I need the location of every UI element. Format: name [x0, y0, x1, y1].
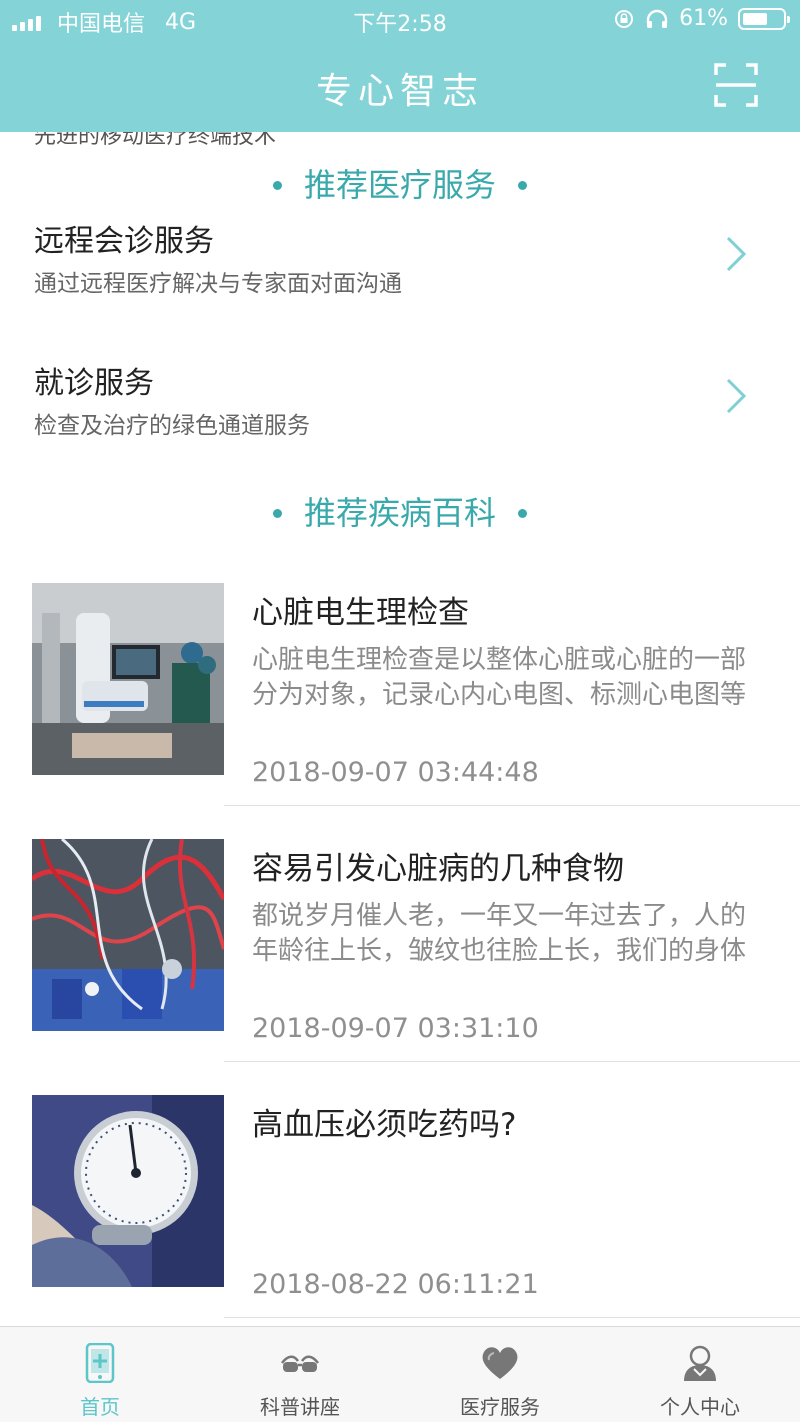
status-bar: 中国电信 4G 下午2:58 61%	[0, 0, 800, 40]
article-item[interactable]: 高血压必须吃药吗? 2018-08-22 06:11:21	[0, 1095, 800, 1326]
home-phone-icon	[85, 1343, 115, 1383]
article-title: 心脏电生理检查	[252, 595, 469, 631]
article-date: 2018-09-07 03:44:48	[252, 757, 539, 788]
article-date: 2018-08-22 06:11:21	[252, 1269, 539, 1300]
app-header: 中国电信 4G 下午2:58 61% 专心智志	[0, 0, 800, 132]
divider	[224, 1317, 800, 1318]
main-content[interactable]: 先进的移动医疗终端技术 推荐医疗服务 远程会诊服务 通过远程医疗解决与专家面对面…	[0, 132, 800, 1326]
rotation-lock-icon	[615, 9, 634, 28]
operating-room-photo	[32, 583, 224, 775]
tab-profile[interactable]: 个人中心	[600, 1327, 800, 1422]
page-title: 专心智志	[315, 71, 484, 112]
services-heading-text: 推荐医疗服务	[303, 166, 496, 204]
article-item[interactable]: 容易引发心脏病的几种食物 都说岁月催人老，一年又一年过去了，人的年龄往上长，皱纹…	[0, 839, 800, 1095]
article-summary: 都说岁月催人老，一年又一年过去了，人的年龄往上长，皱纹也往脸上长，我们的身体	[252, 901, 747, 966]
article-date: 2018-09-07 03:31:10	[252, 1013, 539, 1044]
article-item[interactable]: 心脏电生理检查 心脏电生理检查是以整体心脏或心脏的一部分为对象，记录心内心电图、…	[0, 583, 800, 839]
chevron-right-icon	[726, 236, 747, 272]
tab-label: 医疗服务	[460, 1395, 540, 1419]
article-title: 高血压必须吃药吗?	[252, 1107, 517, 1143]
tab-label: 科普讲座	[260, 1395, 340, 1419]
divider	[224, 1061, 800, 1062]
app-screen: 中国电信 4G 下午2:58 61% 专心智志 先进的移动医疗终端技术 推荐医疗…	[0, 0, 800, 1422]
service-name: 就诊服务	[34, 366, 154, 401]
article-title: 容易引发心脏病的几种食物	[252, 851, 624, 887]
bullet-dot-icon	[272, 508, 282, 518]
chevron-right-icon	[726, 378, 747, 414]
service-item-remote-consult[interactable]: 远程会诊服务 通过远程医疗解决与专家面对面沟通	[0, 216, 800, 326]
articles-heading-text: 推荐疾病百科	[303, 494, 496, 532]
headphones-icon	[646, 9, 668, 28]
articles-section-heading: 推荐疾病百科	[0, 488, 800, 534]
service-name: 远程会诊服务	[34, 224, 214, 259]
tab-medical-services[interactable]: 医疗服务	[400, 1327, 600, 1422]
bullet-dot-icon	[518, 508, 527, 518]
article-summary: 心脏电生理检查是以整体心脏或心脏的一部分为对象，记录心内心电图、标测心电图等	[252, 645, 747, 710]
tab-label: 首页	[80, 1395, 120, 1419]
battery-icon	[738, 7, 790, 30]
blood-pressure-gauge-photo	[32, 1095, 224, 1287]
services-section-heading: 推荐医疗服务	[0, 160, 800, 206]
cut-off-text: 先进的移动医疗终端技术	[34, 132, 277, 149]
bullet-dot-icon	[272, 180, 282, 190]
tab-label: 个人中心	[660, 1395, 740, 1419]
scan-icon[interactable]	[714, 63, 758, 107]
glasses-icon	[281, 1355, 319, 1372]
user-icon	[684, 1345, 716, 1381]
battery-percent: 61%	[679, 6, 728, 31]
service-item-visit[interactable]: 就诊服务 检查及治疗的绿色通道服务	[0, 358, 800, 468]
tab-home[interactable]: 首页	[0, 1327, 200, 1422]
heart-icon	[482, 1347, 518, 1379]
bottom-tab-bar: 首页 科普讲座 医疗服务 个人中心	[0, 1326, 800, 1422]
service-desc: 通过远程医疗解决与专家面对面沟通	[34, 271, 402, 297]
tab-lectures[interactable]: 科普讲座	[200, 1327, 400, 1422]
service-desc: 检查及治疗的绿色通道服务	[34, 413, 310, 439]
divider	[224, 805, 800, 806]
medical-tubes-photo	[32, 839, 224, 1031]
bullet-dot-icon	[518, 180, 527, 190]
